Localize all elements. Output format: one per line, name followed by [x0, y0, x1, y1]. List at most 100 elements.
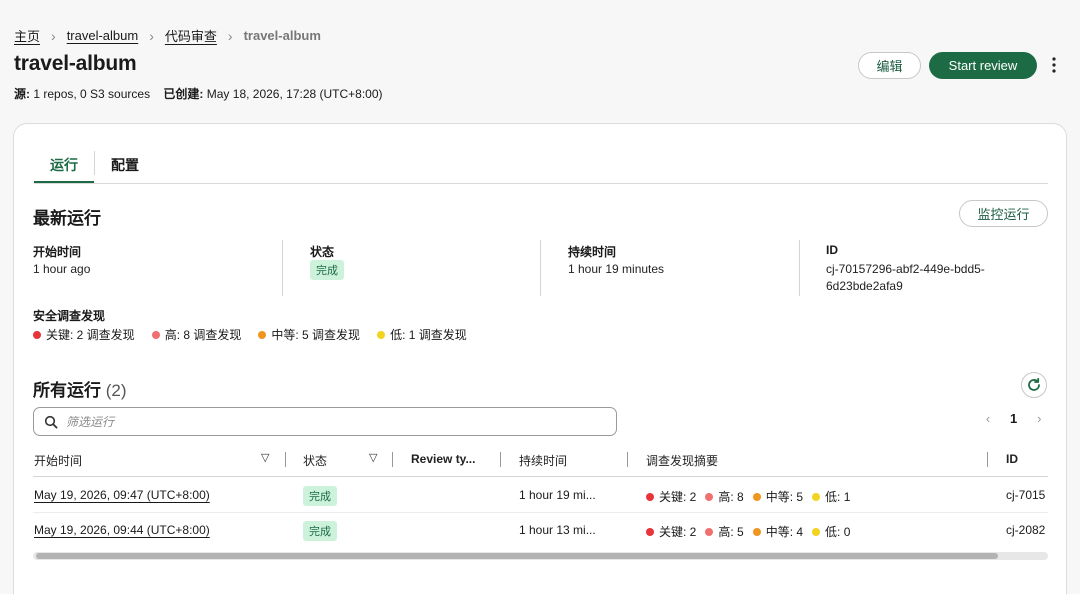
monitor-run-button[interactable]: 监控运行	[959, 200, 1048, 227]
row2-id: cj-2082	[1006, 523, 1046, 537]
chevron-left-icon[interactable]: ‹	[980, 411, 996, 426]
chevron-right-icon: ›	[227, 27, 233, 44]
search-icon	[44, 415, 58, 429]
tab-runs[interactable]: 运行	[34, 143, 94, 184]
edit-button[interactable]: 编辑	[858, 52, 921, 79]
high-dot-icon	[705, 492, 714, 501]
column-separator[interactable]	[627, 452, 628, 467]
chevron-right-icon[interactable]: ›	[1031, 411, 1047, 426]
finding-medium-text: 中等: 5 调查发现	[271, 328, 361, 342]
col-status[interactable]: 状态	[303, 452, 327, 469]
row1-id: cj-7015	[1006, 488, 1046, 502]
tab-bar: 运行 配置	[34, 143, 155, 184]
breadcrumb: 主页 › travel-album › 代码审查 › travel-album	[14, 26, 321, 45]
row2-low-text: 低: 0	[825, 525, 851, 539]
all-runs-count: (2)	[105, 381, 127, 400]
id-value-line2: 6d23bde2afa9	[826, 279, 903, 293]
duration-label: 持续时间	[568, 245, 617, 259]
divider	[799, 240, 800, 296]
refresh-button[interactable]	[1021, 372, 1047, 398]
security-findings-list: 关键: 2 调查发现 高: 8 调查发现 中等: 5 调查发现 低: 1 调查发…	[33, 326, 484, 343]
critical-dot-icon	[646, 492, 654, 501]
filter-runs-search[interactable]	[33, 407, 617, 436]
refresh-icon	[1028, 377, 1040, 391]
id-label: ID	[826, 243, 838, 257]
column-separator[interactable]	[500, 452, 501, 467]
row1-findings: 关键: 2 高: 8 中等: 5 低: 1	[646, 488, 867, 505]
page-number[interactable]: 1	[1010, 411, 1017, 426]
col-duration[interactable]: 持续时间	[519, 452, 567, 469]
column-separator[interactable]	[392, 452, 393, 467]
latest-run-title: 最新运行	[33, 209, 101, 228]
row1-medium-text: 中等: 5	[765, 490, 804, 504]
finding-critical: 关键: 2 调查发现	[33, 326, 135, 343]
row2-medium-text: 中等: 4	[765, 525, 804, 539]
row-divider	[33, 512, 1048, 513]
source-value: 1 repos, 0 S3 sources	[33, 87, 151, 101]
created-label: 已创建:	[163, 87, 204, 101]
row2-status: 完成	[303, 521, 337, 541]
all-runs-title-text: 所有运行	[33, 381, 101, 400]
row1-start-time-link[interactable]: May 19, 2026, 09:47 (UTC+8:00)	[34, 488, 210, 502]
row1-critical: 关键: 2	[646, 488, 696, 505]
chevron-right-icon: ›	[51, 27, 56, 44]
medium-dot-icon	[258, 330, 267, 339]
row2-critical: 关键: 2	[646, 523, 696, 540]
divider	[540, 240, 541, 296]
row1-status: 完成	[303, 486, 337, 506]
finding-low-text: 低: 1 调查发现	[390, 328, 467, 342]
page-meta: 源: 1 repos, 0 S3 sources 已创建: May 18, 20…	[14, 85, 383, 102]
finding-low: 低: 1 调查发现	[377, 326, 467, 343]
table-divider	[33, 476, 1048, 477]
security-findings-label: 安全调查发现	[33, 309, 106, 323]
sort-down-icon[interactable]: ▽	[261, 451, 269, 464]
status-container: 完成	[310, 260, 344, 280]
source-label: 源:	[14, 87, 30, 101]
duration-value: 1 hour 19 minutes	[568, 262, 665, 276]
finding-medium: 中等: 5 调查发现	[258, 326, 360, 343]
breadcrumb-album[interactable]: travel-album	[67, 28, 139, 43]
tab-divider	[34, 183, 1048, 184]
start-time-label: 开始时间	[33, 245, 82, 259]
breadcrumb-code-review[interactable]: 代码审查	[165, 26, 217, 45]
low-dot-icon	[812, 527, 821, 536]
scrollbar-thumb[interactable]	[36, 553, 998, 559]
breadcrumb-current: travel-album	[243, 28, 321, 43]
column-separator[interactable]	[987, 452, 988, 467]
high-dot-icon	[151, 330, 160, 339]
row1-critical-text: 关键: 2	[659, 490, 697, 504]
row2-medium: 中等: 4	[752, 523, 804, 540]
row2-high: 高: 5	[705, 523, 744, 540]
more-vertical-icon[interactable]	[1046, 54, 1062, 76]
tab-config[interactable]: 配置	[94, 151, 155, 175]
column-separator[interactable]	[285, 452, 286, 467]
row2-start-time-link[interactable]: May 19, 2026, 09:44 (UTC+8:00)	[34, 523, 210, 537]
row2-critical-text: 关键: 2	[659, 525, 697, 539]
breadcrumb-home[interactable]: 主页	[14, 26, 40, 45]
medium-dot-icon	[752, 492, 761, 501]
low-dot-icon	[812, 492, 821, 501]
col-start-time[interactable]: 开始时间	[34, 452, 82, 469]
status-label: 状态	[310, 245, 335, 259]
filter-runs-input[interactable]	[66, 414, 586, 429]
all-runs-title: 所有运行 (2)	[33, 376, 127, 401]
row1-high: 高: 8	[705, 488, 744, 505]
col-id[interactable]: ID	[1006, 452, 1018, 466]
status-badge: 完成	[303, 521, 337, 541]
critical-dot-icon	[33, 330, 41, 339]
page-title: travel-album	[14, 52, 137, 75]
start-review-button[interactable]: Start review	[929, 52, 1037, 79]
sort-down-icon[interactable]: ▽	[369, 451, 377, 464]
row2-duration: 1 hour 13 mi...	[519, 523, 596, 537]
status-badge: 完成	[303, 486, 337, 506]
finding-high-text: 高: 8 调查发现	[164, 328, 242, 342]
start-time-value: 1 hour ago	[33, 262, 91, 276]
divider	[282, 240, 283, 296]
medium-dot-icon	[752, 527, 761, 536]
finding-critical-text: 关键: 2 调查发现	[46, 328, 135, 342]
col-findings-summary[interactable]: 调查发现摘要	[646, 452, 718, 469]
high-dot-icon	[705, 527, 714, 536]
pagination: ‹ 1 ›	[980, 411, 1047, 426]
critical-dot-icon	[646, 527, 654, 536]
col-review-type[interactable]: Review ty...	[411, 452, 475, 466]
